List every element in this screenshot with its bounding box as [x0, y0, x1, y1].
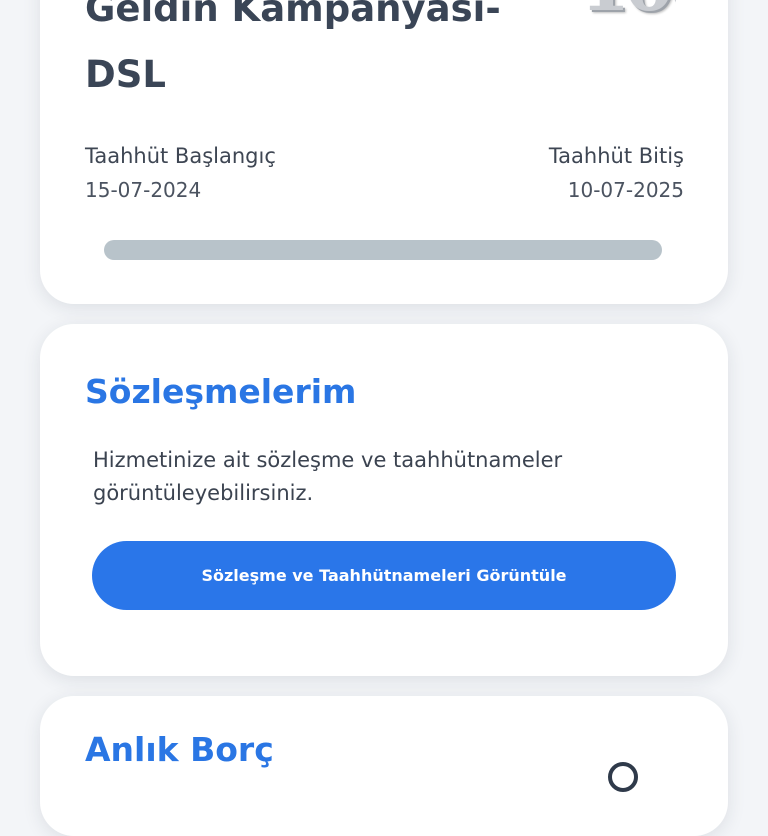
commitment-start-date: 15-07-2024 — [85, 178, 202, 202]
commitment-end-label: Taahhüt Bitiş — [548, 144, 684, 168]
commitment-end-date: 10-07-2025 — [567, 178, 684, 202]
current-debt-card: Anlık Borç — [40, 696, 728, 836]
contracts-description: Hizmetinize ait sözleşme ve taahhütnamel… — [93, 448, 563, 505]
view-contracts-button[interactable]: Sözleşme ve Taahhütnameleri Görüntüle — [92, 541, 676, 610]
campaign-title: Geldin Kampanyası-DSL — [85, 0, 501, 96]
campaign-card: Geldin Kampanyası-DSL 100 Taahhüt Başlan… — [40, 0, 728, 304]
current-debt-title: Anlık Borç — [85, 730, 274, 769]
commitment-start-label: Taahhüt Başlangıç — [85, 144, 276, 168]
contracts-card: Sözleşmelerim Hizmetinize ait sözleşme v… — [40, 324, 728, 676]
commitment-progress-bar — [104, 240, 662, 260]
info-icon[interactable] — [608, 762, 638, 792]
campaign-100-badge-icon: 100 — [578, 0, 676, 30]
contracts-title: Sözleşmelerim — [85, 372, 357, 411]
campaign-badge-text: 100 — [580, 0, 676, 27]
